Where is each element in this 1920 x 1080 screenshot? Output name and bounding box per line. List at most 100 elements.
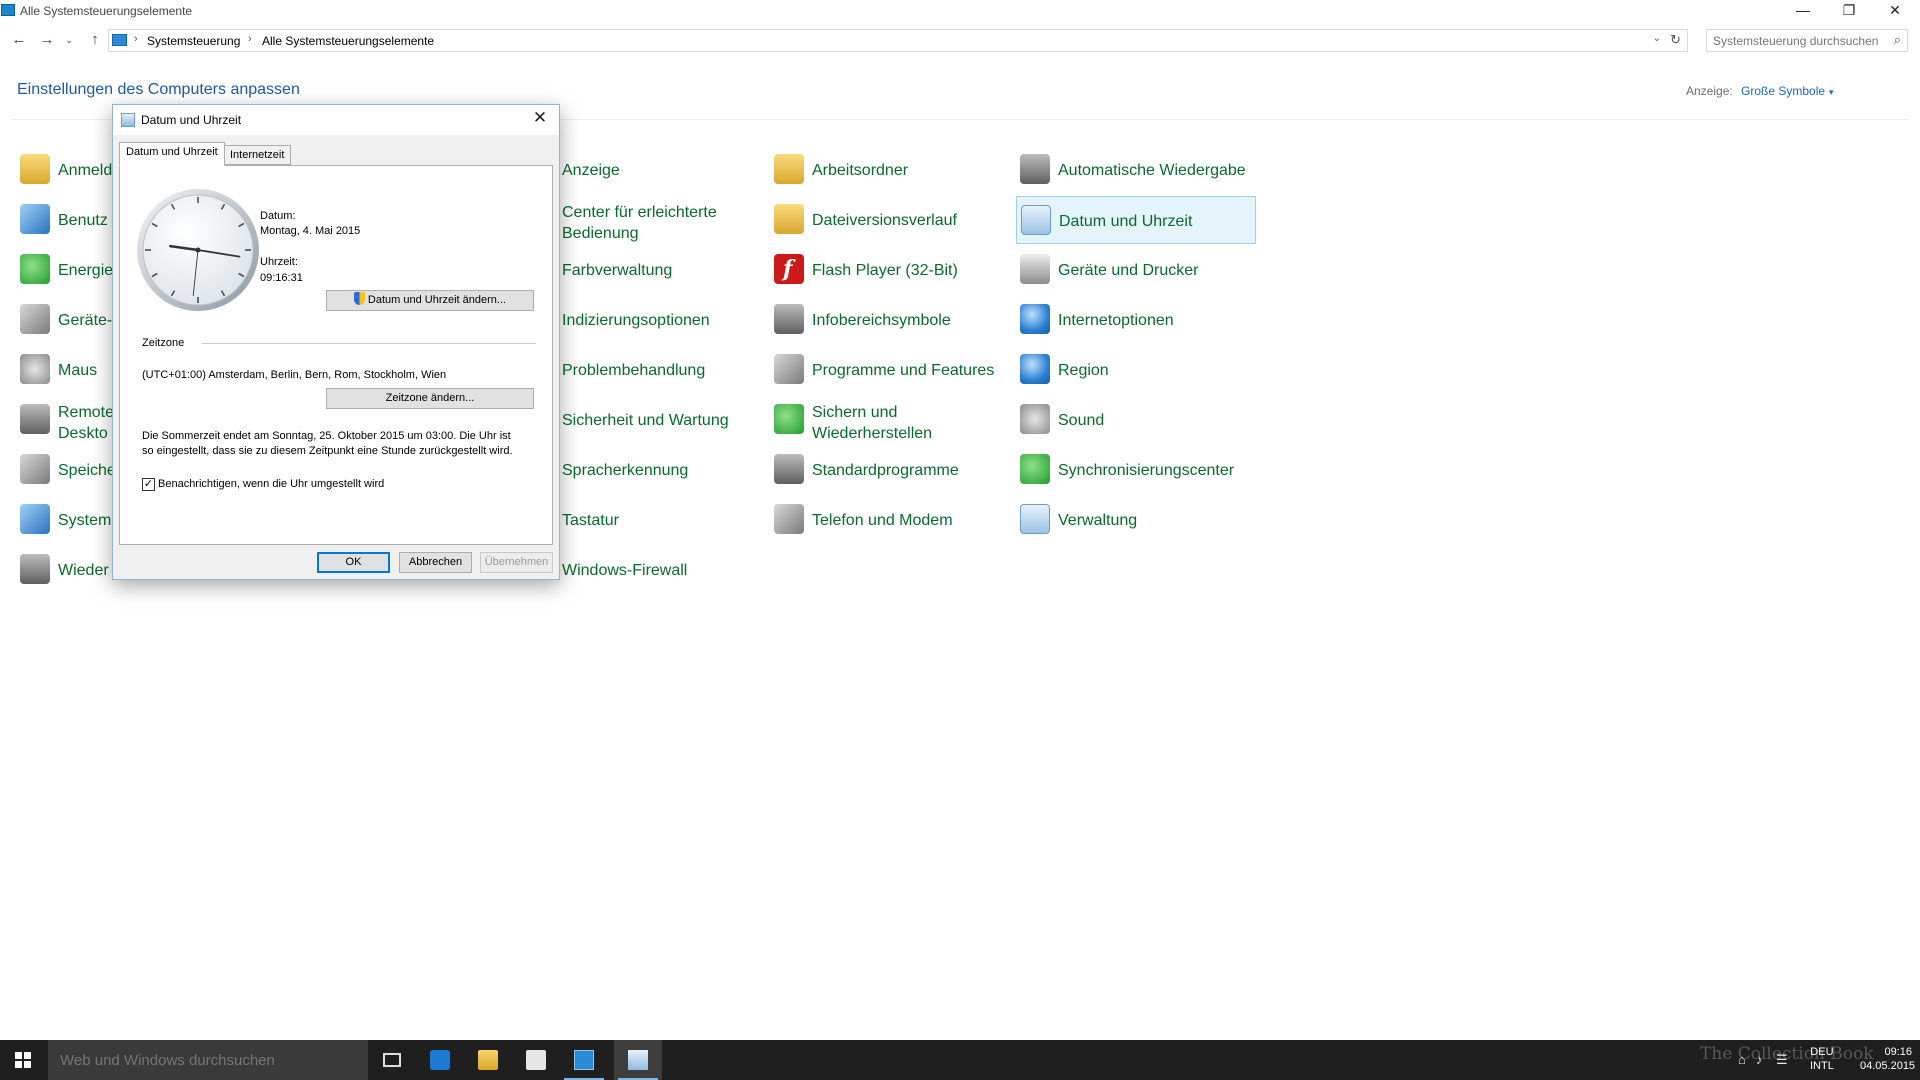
taskbar-browser[interactable] xyxy=(416,1040,464,1080)
flash-player-icon xyxy=(774,254,804,284)
storage-spaces-icon xyxy=(20,454,50,484)
cp-item-automatische-wiedergabe[interactable]: Automatische Wiedergabe xyxy=(1016,146,1256,194)
cp-item-verwaltung[interactable]: Verwaltung xyxy=(1016,496,1256,544)
sound-speaker-icon xyxy=(1020,404,1050,434)
mouse-icon xyxy=(20,354,50,384)
sync-center-icon xyxy=(1020,454,1050,484)
notify-checkbox-label[interactable]: Benachrichtigen, wenn die Uhr umgestellt… xyxy=(158,478,384,490)
cp-item-infobereichsymbole[interactable]: Infobereichsymbole xyxy=(770,296,1010,344)
control-panel-icon xyxy=(112,34,127,46)
cp-item-label: Anzeige xyxy=(562,162,620,179)
cp-item-programme-und-features[interactable]: Programme und Features xyxy=(770,346,1010,394)
minimize-button[interactable]: — xyxy=(1780,0,1826,22)
cp-item-label: Infobereichsymbole xyxy=(812,312,951,329)
cp-item-region[interactable]: Region xyxy=(1016,346,1256,394)
forward-arrow-icon[interactable]: → xyxy=(36,30,58,52)
cp-item-telefon-und-modem[interactable]: Telefon und Modem xyxy=(770,496,1010,544)
view-mode-dropdown[interactable]: Große Symbole ▾ xyxy=(1741,84,1834,98)
timezone-value: (UTC+01:00) Amsterdam, Berlin, Bern, Rom… xyxy=(142,369,447,381)
cp-item-arbeitsordner[interactable]: Arbeitsordner xyxy=(770,146,1010,194)
watermark: The Collection Book xyxy=(1700,1044,1874,1064)
start-button[interactable] xyxy=(0,1040,48,1080)
cp-item-label: Internetoptionen xyxy=(1058,312,1174,329)
dialog-title: Datum und Uhrzeit xyxy=(141,113,242,127)
phone-modem-icon xyxy=(774,504,804,534)
region-globe-icon xyxy=(1020,354,1050,384)
ok-button[interactable]: OK xyxy=(317,552,390,573)
cp-item-label: Flash Player (32-Bit) xyxy=(812,262,958,279)
taskbar-store[interactable] xyxy=(512,1040,560,1080)
window-title-bar: Alle Systemsteuerungselemente — ❐ ✕ xyxy=(0,0,1920,22)
taskbar-date-time[interactable] xyxy=(614,1040,662,1080)
change-timezone-button[interactable]: Zeitzone ändern... xyxy=(326,388,534,409)
search-icon[interactable]: ⌕ xyxy=(1894,32,1901,48)
cp-item-label: Dateiversionsverlauf xyxy=(812,212,957,229)
cp-item-label: Verwaltung xyxy=(1058,512,1138,529)
power-options-icon xyxy=(20,254,50,284)
control-panel-icon xyxy=(574,1050,594,1070)
breadcrumb-separator-icon[interactable]: › xyxy=(134,33,138,45)
breadcrumb-systemsteuerung[interactable]: Systemsteuerung xyxy=(147,34,240,48)
up-arrow-icon[interactable]: ↑ xyxy=(84,30,106,52)
breadcrumb-separator-icon[interactable]: › xyxy=(248,33,252,45)
cp-item-label: Sicherheit und Wartung xyxy=(562,412,729,429)
restore-button[interactable]: ❐ xyxy=(1826,0,1872,22)
taskbar: ⌂ ♪ ☰ DEU INTL 09:16 04.05.2015 xyxy=(0,1040,1920,1080)
cp-item-label: Datum und Uhrzeit xyxy=(1059,213,1193,230)
taskbar-search-input[interactable] xyxy=(60,1051,350,1069)
cp-item-label: Problembehandlung xyxy=(562,362,706,379)
breadcrumb-alle-elemente[interactable]: Alle Systemsteuerungselemente xyxy=(262,34,434,48)
cancel-button[interactable]: Abbrechen xyxy=(399,552,472,573)
cp-item-label: Tastatur xyxy=(562,512,619,529)
task-view-button[interactable] xyxy=(368,1040,416,1080)
address-bar[interactable]: › Systemsteuerung › Alle Systemsteuerung… xyxy=(108,29,1688,52)
cp-item-internetoptionen[interactable]: Internetoptionen xyxy=(1016,296,1256,344)
dialog-close-icon[interactable]: ✕ xyxy=(527,107,553,131)
close-button[interactable]: ✕ xyxy=(1872,0,1918,22)
file-history-icon xyxy=(774,204,804,234)
programs-features-icon xyxy=(774,354,804,384)
cp-item-datum-und-uhrzeit[interactable]: Datum und Uhrzeit xyxy=(1016,196,1256,244)
refresh-icon[interactable]: ↻ xyxy=(1670,32,1681,48)
view-mode-value[interactable]: Große Symbole xyxy=(1741,84,1825,98)
timezone-heading: Zeitzone xyxy=(142,337,185,349)
cp-item-dateiversionsverlauf[interactable]: Dateiversionsverlauf xyxy=(770,196,1010,244)
search-box[interactable]: ⌕ xyxy=(1706,29,1908,52)
timezone-divider xyxy=(202,343,536,344)
administrative-tools-icon xyxy=(1020,504,1050,534)
taskbar-search[interactable] xyxy=(48,1040,368,1080)
view-mode-caret-icon[interactable]: ▾ xyxy=(1829,87,1834,97)
cp-item-label: Sound xyxy=(1058,412,1105,429)
cp-item-label: Center für erleichterte Bedienung xyxy=(562,204,717,242)
back-arrow-icon[interactable]: ← xyxy=(8,30,30,52)
cp-item-flash-player[interactable]: Flash Player (32-Bit) xyxy=(770,246,1010,294)
tab-internetzeit[interactable]: Internetzeit xyxy=(223,145,292,165)
cp-item-standardprogramme[interactable]: Standardprogramme xyxy=(770,446,1010,494)
apply-button[interactable]: Übernehmen xyxy=(480,552,553,573)
date-time-icon xyxy=(121,113,135,127)
taskbar-control-panel[interactable] xyxy=(560,1040,608,1080)
notify-checkbox[interactable]: ✓ xyxy=(142,478,155,491)
cp-item-label: Telefon und Modem xyxy=(812,512,953,529)
checkbox-check-icon: ✓ xyxy=(143,478,154,490)
cp-item-label: Farbverwaltung xyxy=(562,262,673,279)
system-icon xyxy=(20,504,50,534)
change-date-time-button[interactable]: Datum und Uhrzeit ändern... xyxy=(326,290,534,311)
tab-datum-und-uhrzeit[interactable]: Datum und Uhrzeit xyxy=(119,142,225,166)
date-label: Datum: xyxy=(260,210,296,222)
control-panel-icon xyxy=(1,4,15,16)
cp-item-sichern-und-wiederherstellen[interactable]: Sichern und Wiederherstellen xyxy=(770,396,1010,444)
taskbar-file-explorer[interactable] xyxy=(464,1040,512,1080)
cp-item-label: Automatische Wiedergabe xyxy=(1058,162,1246,179)
cp-item-geraete-und-drucker[interactable]: Geräte und Drucker xyxy=(1016,246,1256,294)
view-label: Anzeige: xyxy=(1686,84,1733,98)
search-input[interactable] xyxy=(1713,33,1883,49)
recent-locations-chevron-icon[interactable]: ⌄ xyxy=(62,30,76,52)
store-bag-icon xyxy=(526,1050,546,1070)
cp-item-sound[interactable]: Sound xyxy=(1016,396,1256,444)
address-dropdown-chevron-icon[interactable]: ⌄ xyxy=(1653,33,1661,44)
date-time-icon xyxy=(628,1050,648,1070)
page-title: Einstellungen des Computers anpassen xyxy=(17,81,300,98)
cp-item-synchronisierungscenter[interactable]: Synchronisierungscenter xyxy=(1016,446,1256,494)
user-accounts-icon xyxy=(20,204,50,234)
